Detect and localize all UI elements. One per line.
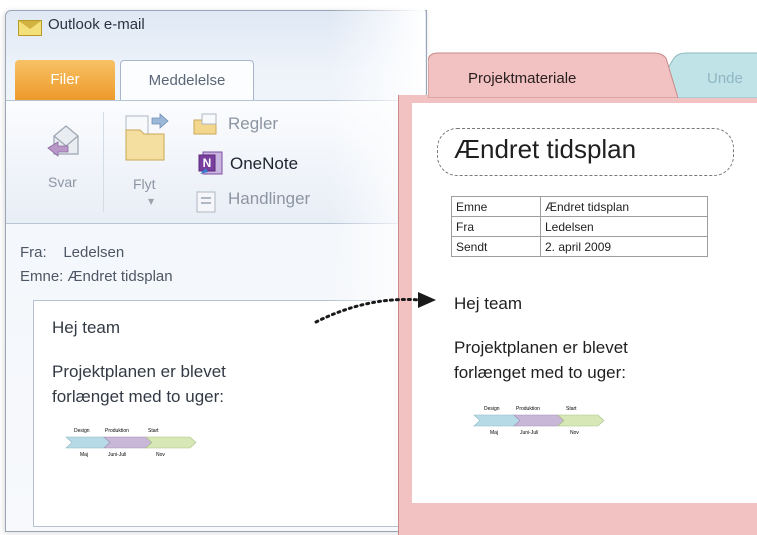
tab-undersection[interactable]: Unde: [707, 70, 743, 87]
table-row: Sendt 2. april 2009: [451, 236, 708, 257]
tab-projektmateriale[interactable]: Projektmateriale: [468, 70, 576, 87]
timeline-phase-2: Produktion: [105, 428, 129, 434]
table-cell-key: Emne: [451, 196, 541, 217]
timeline-segment-3: [145, 436, 197, 449]
page-timeline-phase-1: Design: [484, 406, 500, 412]
ribbon-divider: [103, 112, 104, 212]
actions-icon[interactable]: [195, 190, 217, 214]
onenote-button[interactable]: OneNote: [230, 154, 298, 174]
timeline-month-1: Maj: [80, 452, 88, 458]
page-timeline-segment-3: [557, 414, 605, 427]
page-timeline-month-3: Nov: [570, 430, 579, 436]
page-line-1: Projektplanen er blevet: [454, 338, 628, 357]
table-cell-value: Ændret tidsplan: [540, 196, 708, 217]
window-title: Outlook e-mail: [48, 16, 145, 33]
timeline-phase-1: Design: [74, 428, 90, 434]
timeline-month-3: Nov: [156, 452, 165, 458]
envelope-icon: [18, 20, 42, 36]
page-line-2: forlænget med to uger:: [454, 363, 626, 382]
reply-button[interactable]: Svar: [48, 174, 77, 190]
table-cell-key: Sendt: [451, 236, 541, 257]
table-row: Fra Ledelsen: [451, 216, 708, 237]
page-timeline-segment-1: [473, 414, 521, 427]
arrow-icon: [314, 292, 436, 324]
reply-icon[interactable]: [46, 118, 86, 164]
table-cell-value: Ledelsen: [540, 216, 708, 237]
tab-filer[interactable]: Filer: [15, 60, 115, 100]
timeline-phase-3: Start: [148, 428, 159, 434]
from-label: Fra:: [20, 244, 47, 261]
chevron-down-icon[interactable]: ▼: [148, 197, 154, 206]
page-timeline-phase-2: Produktion: [516, 406, 540, 412]
actions-button[interactable]: Handlinger: [228, 189, 310, 209]
message-greeting: Hej team: [52, 318, 121, 337]
svg-text:N: N: [203, 156, 212, 170]
email-details-table: Emne Ændret tidsplan Fra Ledelsen Sendt …: [451, 196, 708, 257]
timeline-segment-1: [65, 436, 111, 449]
table-row: Emne Ændret tidsplan: [451, 196, 708, 217]
page-title: Ændret tidsplan: [454, 134, 637, 164]
subject-label: Emne:: [20, 268, 64, 285]
page-timeline: Design Produktion Start Maj Juni-Juli No…: [473, 406, 605, 436]
page-greeting: Hej team: [454, 294, 523, 313]
from-line: Fra: Ledelsen: [20, 244, 124, 261]
message-line-2: forlænget med to uger:: [52, 387, 224, 406]
rules-icon[interactable]: [192, 112, 220, 136]
move-icon[interactable]: [122, 110, 172, 165]
table-cell-value: 2. april 2009: [540, 236, 708, 257]
page-timeline-month-1: Maj: [490, 430, 498, 436]
tab-meddelelse[interactable]: Meddelelse: [120, 60, 254, 102]
onenote-icon[interactable]: N: [198, 150, 224, 176]
outlook-timeline: Design Produktion Start Maj Juni-Juli No…: [65, 428, 197, 458]
message-line-1: Projektplanen er blevet: [52, 362, 226, 381]
table-cell-key: Fra: [451, 216, 541, 237]
rules-button[interactable]: Regler: [228, 114, 278, 134]
subject-value: Ændret tidsplan: [67, 268, 173, 285]
move-button[interactable]: Flyt: [133, 176, 156, 192]
page-timeline-segment-2: [513, 414, 565, 427]
page-timeline-phase-3: Start: [566, 406, 577, 412]
timeline-month-2: Juni-Juli: [108, 452, 126, 458]
from-value: Ledelsen: [63, 244, 125, 261]
page-timeline-month-2: Juni-Juli: [520, 430, 538, 436]
timeline-segment-2: [103, 436, 153, 449]
subject-line: Emne: Ændret tidsplan: [20, 268, 173, 285]
